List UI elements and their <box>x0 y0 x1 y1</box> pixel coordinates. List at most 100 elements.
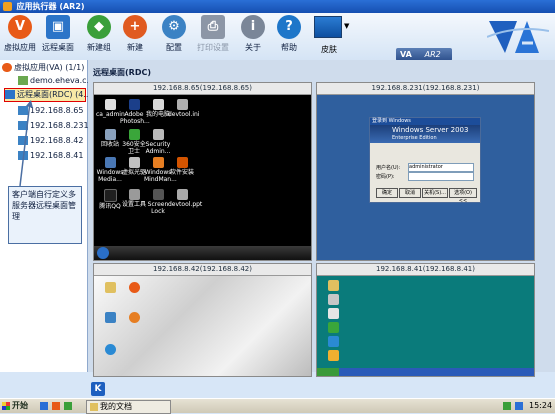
vista-taskbar <box>94 246 311 260</box>
browser-icon <box>104 344 116 355</box>
desktop-icon-label: Screen Lock <box>147 201 169 215</box>
ok-button[interactable]: 确定 <box>376 188 398 198</box>
lock-icon <box>152 189 164 200</box>
desktop-screen[interactable]: 登录到 Windows Windows Server 2003 Enterpri… <box>317 95 534 260</box>
app-icon <box>128 282 140 293</box>
desktop-icon-label: 设置工具 <box>121 201 146 208</box>
folder-icon <box>104 99 116 110</box>
mindmap-icon <box>152 157 164 168</box>
computer-icon <box>152 99 164 110</box>
username-label: 用户名(U): <box>376 165 401 171</box>
desktop-icon-label: devtool.ini <box>168 111 200 118</box>
desktop-icon[interactable]: 软件安装 <box>168 157 196 176</box>
media-icon <box>104 157 116 168</box>
remote-desktop-button[interactable]: ▣ 远程桌面 <box>41 15 75 57</box>
tray-icon[interactable] <box>515 402 523 410</box>
about-button[interactable]: i 关于 <box>236 15 270 57</box>
new-group-icon: ◆ <box>87 15 111 39</box>
skin-label: 皮肤 <box>321 45 337 54</box>
remote-desktop-grid: 远程桌面(RDC) 192.168.8.65(192.168.8.65) ca_… <box>88 60 555 377</box>
desktop-screen[interactable]: ca_admin Adobe Photosh... 我的电脑 devtool.i… <box>94 95 311 260</box>
tools-icon <box>128 189 140 200</box>
admin-icon <box>152 129 164 140</box>
collapse-panel-button[interactable]: K <box>91 382 105 396</box>
desktop-icon-label: 虚拟光驱 <box>121 169 146 176</box>
desktop-icon[interactable]: devtool.ini <box>168 99 200 118</box>
start-button[interactable] <box>317 368 339 376</box>
windows-taskbar: 开始 我的文档 15:24 <box>0 398 555 414</box>
panel-caption: 192.168.8.41(192.168.8.41) <box>317 264 534 276</box>
start-orb-icon[interactable] <box>97 247 109 259</box>
brand-ar2: AR2 <box>424 50 441 59</box>
desktop-icon-label: 回收站 <box>100 141 119 148</box>
skin-button[interactable]: ▼ 皮肤 <box>312 16 352 58</box>
desktop-icon[interactable] <box>319 322 347 334</box>
file-icon <box>176 99 188 110</box>
desktop-icon[interactable] <box>120 312 148 324</box>
new-group-button[interactable]: ◆ 新建组 <box>82 15 116 57</box>
login-dialog-title: 登录到 Windows <box>370 118 480 125</box>
panel-caption: 192.168.8.231(192.168.8.231) <box>317 83 534 95</box>
va-logo <box>487 21 549 53</box>
password-field[interactable] <box>408 172 474 181</box>
product-name: Windows Server 2003 <box>392 126 469 134</box>
desktop-icon[interactable] <box>319 350 347 362</box>
desktop-icon-label: Security Admin... <box>145 141 171 155</box>
computer-icon <box>327 294 339 305</box>
remote-desktop-label: 远程桌面 <box>42 43 74 52</box>
desktop-icon[interactable] <box>319 294 347 306</box>
app-icon <box>3 2 12 11</box>
quick-launch-icon[interactable] <box>52 402 60 410</box>
windows-banner: Windows Server 2003 Enterprise Edition <box>370 125 480 143</box>
rdc-panel-3[interactable]: 192.168.8.42(192.168.8.42) <box>93 263 312 377</box>
tray-icon[interactable] <box>503 402 511 410</box>
desktop-icon[interactable] <box>319 280 347 292</box>
installer-icon <box>176 157 188 168</box>
remote-desktop-icon: ▣ <box>46 15 70 39</box>
desktop-screen[interactable] <box>94 276 311 376</box>
username-field[interactable]: administrator <box>408 163 474 172</box>
configure-button[interactable]: ⚙ 配置 <box>157 15 191 57</box>
main-title: 远程桌面(RDC) <box>93 68 151 77</box>
rdc-panel-1[interactable]: 192.168.8.65(192.168.8.65) ca_admin Adob… <box>93 82 312 261</box>
login-dialog: 登录到 Windows Windows Server 2003 Enterpri… <box>369 117 481 204</box>
rdc-panel-2[interactable]: 192.168.8.231(192.168.8.231) 登录到 Windows… <box>316 82 535 261</box>
desktop-icon[interactable] <box>319 336 347 348</box>
new-button[interactable]: + 新建 <box>118 15 152 57</box>
print-settings-button[interactable]: ⎙ 打印设置 <box>196 15 230 57</box>
folder-icon <box>104 282 116 293</box>
clock: 15:24 <box>529 401 553 410</box>
rdc-panel-4[interactable]: 192.168.8.41(192.168.8.41) <box>316 263 535 377</box>
desktop-icon[interactable]: Security Admin... <box>144 129 172 155</box>
options-button[interactable]: 选项(O) << <box>449 188 477 204</box>
photoshop-icon <box>128 99 140 110</box>
quick-launch-icon[interactable] <box>40 402 48 410</box>
desktop-icon[interactable] <box>319 308 347 320</box>
chevron-down-icon[interactable]: ▼ <box>344 22 349 30</box>
desktop-icon-label: 360安全卫士 <box>122 141 146 155</box>
panel-caption: 192.168.8.42(192.168.8.42) <box>94 264 311 276</box>
desktop-icon[interactable] <box>120 282 148 294</box>
xp-taskbar <box>317 368 534 376</box>
configure-icon: ⚙ <box>162 15 186 39</box>
browser-icon <box>327 336 339 347</box>
help-button[interactable]: ? 帮助 <box>272 15 306 57</box>
folder-icon <box>90 402 98 411</box>
windows-logo-icon <box>2 401 10 410</box>
desktop-icon[interactable] <box>96 344 124 356</box>
new-icon: + <box>123 15 147 39</box>
start-label: 开始 <box>12 401 28 410</box>
network-icon <box>327 308 339 319</box>
virtual-app-button[interactable]: V 虚拟应用 <box>3 15 37 57</box>
cancel-button[interactable]: 取消 <box>399 188 421 198</box>
qq-icon <box>103 189 117 202</box>
quick-launch-icon[interactable] <box>64 402 72 410</box>
start-button[interactable]: 开始 <box>2 400 34 412</box>
desktop-icon-label: devtool.ppt <box>168 201 203 208</box>
shutdown-button[interactable]: 关机(S)... <box>422 188 448 198</box>
desktop-icon[interactable]: devtool.ppt <box>168 189 202 208</box>
title-bar: 应用执行器 (AR2) <box>0 0 555 13</box>
panel-caption: 192.168.8.65(192.168.8.65) <box>94 83 311 95</box>
virtual-app-icon: V <box>8 15 32 39</box>
desktop-screen[interactable] <box>317 276 534 376</box>
